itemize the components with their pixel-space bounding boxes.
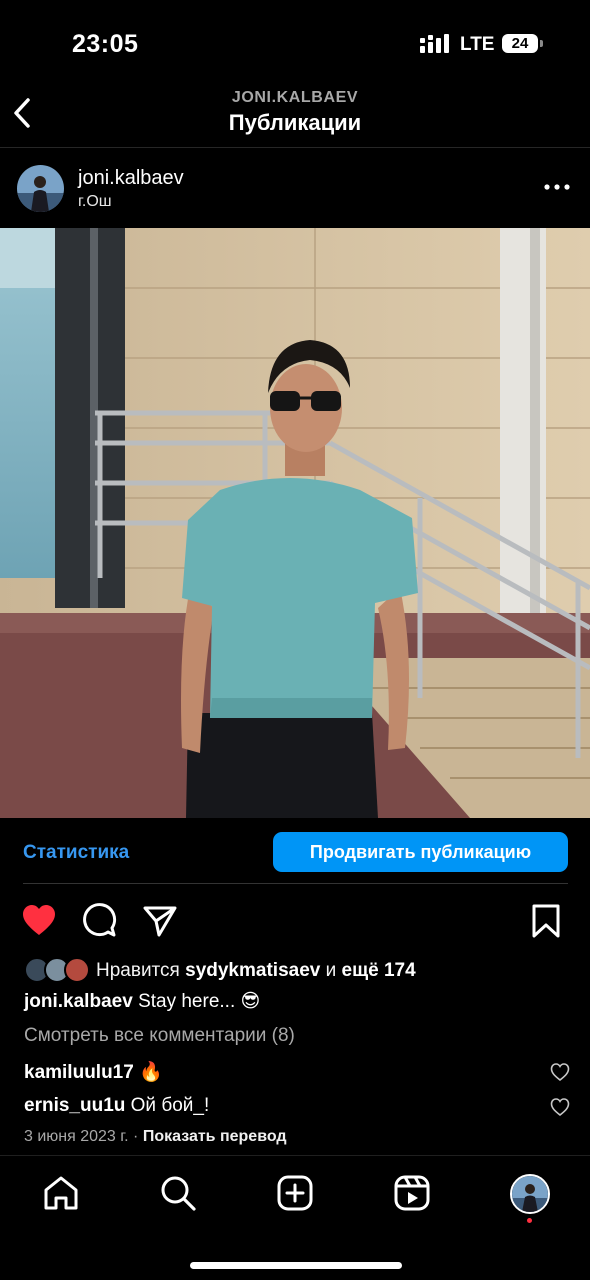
likes-joiner: и bbox=[325, 960, 337, 981]
likes-text: Нравится sydykmatisaev и ещё 174 bbox=[96, 960, 416, 982]
divider bbox=[23, 883, 568, 884]
post-date: 3 июня 2023 г. bbox=[24, 1128, 129, 1145]
comment-user[interactable]: ernis_uu1u bbox=[24, 1095, 125, 1116]
battery-icon: 24 bbox=[502, 34, 538, 53]
likes-count[interactable]: ещё 174 bbox=[342, 960, 416, 981]
insights-row: Статистика Продвигать публикацию bbox=[0, 818, 590, 884]
liker-avatars bbox=[24, 957, 92, 985]
avatar[interactable] bbox=[17, 165, 64, 212]
post-actions bbox=[0, 895, 590, 947]
comment-user[interactable]: kamiluulu17 bbox=[24, 1062, 134, 1083]
statistics-link[interactable]: Статистика bbox=[23, 842, 129, 864]
header-username: JONI.KALBAEV bbox=[231, 89, 359, 106]
comment-like-icon[interactable] bbox=[550, 1097, 570, 1117]
more-icon[interactable] bbox=[542, 172, 572, 202]
status-bar: 23:05 LTE 24 bbox=[0, 0, 590, 90]
likes-row[interactable]: Нравится sydykmatisaev и ещё 174 bbox=[24, 955, 584, 987]
comment-like-icon[interactable] bbox=[550, 1062, 570, 1082]
promote-button[interactable]: Продвигать публикацию bbox=[273, 832, 568, 872]
caption: joni.kalbaev Stay here... 😎 bbox=[24, 990, 260, 1013]
bookmark-icon[interactable] bbox=[528, 903, 564, 939]
notification-dot bbox=[527, 1218, 532, 1223]
post-username[interactable]: joni.kalbaev bbox=[78, 167, 184, 190]
comment: ernis_uu1u Ой бой_! bbox=[24, 1095, 209, 1117]
likes-user[interactable]: sydykmatisaev bbox=[185, 960, 320, 981]
comment: kamiluulu17 🔥 bbox=[24, 1060, 163, 1084]
post-header: joni.kalbaev г.Ош bbox=[0, 148, 590, 228]
post-meta: 3 июня 2023 г. · Показать перевод bbox=[24, 1128, 287, 1146]
reels-icon[interactable] bbox=[393, 1174, 431, 1212]
view-comments-link[interactable]: Смотреть все комментарии (8) bbox=[24, 1025, 295, 1047]
search-icon[interactable] bbox=[159, 1174, 197, 1212]
comment-icon[interactable] bbox=[81, 903, 117, 939]
share-icon[interactable] bbox=[142, 903, 178, 939]
heart-icon[interactable] bbox=[21, 903, 57, 939]
caption-user[interactable]: joni.kalbaev bbox=[24, 991, 133, 1012]
status-time: 23:05 bbox=[72, 30, 139, 58]
profile-avatar[interactable] bbox=[510, 1174, 550, 1214]
avatar bbox=[64, 957, 90, 983]
post-location[interactable]: г.Ош bbox=[78, 193, 112, 211]
home-indicator bbox=[190, 1262, 402, 1269]
home-icon[interactable] bbox=[42, 1174, 80, 1212]
comment-text: Ой бой_! bbox=[130, 1095, 210, 1116]
signal-icon bbox=[420, 34, 449, 53]
battery-nub bbox=[540, 40, 543, 47]
translate-link[interactable]: Показать перевод bbox=[143, 1128, 287, 1145]
likes-prefix: Нравится bbox=[96, 960, 180, 981]
page-title: Публикации bbox=[228, 110, 362, 135]
caption-text: Stay here... 😎 bbox=[138, 991, 261, 1012]
post-photo[interactable] bbox=[0, 228, 590, 818]
nav-header: JONI.KALBAEV Публикации bbox=[0, 86, 590, 148]
meta-separator: · bbox=[133, 1128, 139, 1145]
comment-text: 🔥 bbox=[139, 1062, 163, 1083]
create-icon[interactable] bbox=[276, 1174, 314, 1212]
network-label: LTE bbox=[460, 34, 495, 55]
